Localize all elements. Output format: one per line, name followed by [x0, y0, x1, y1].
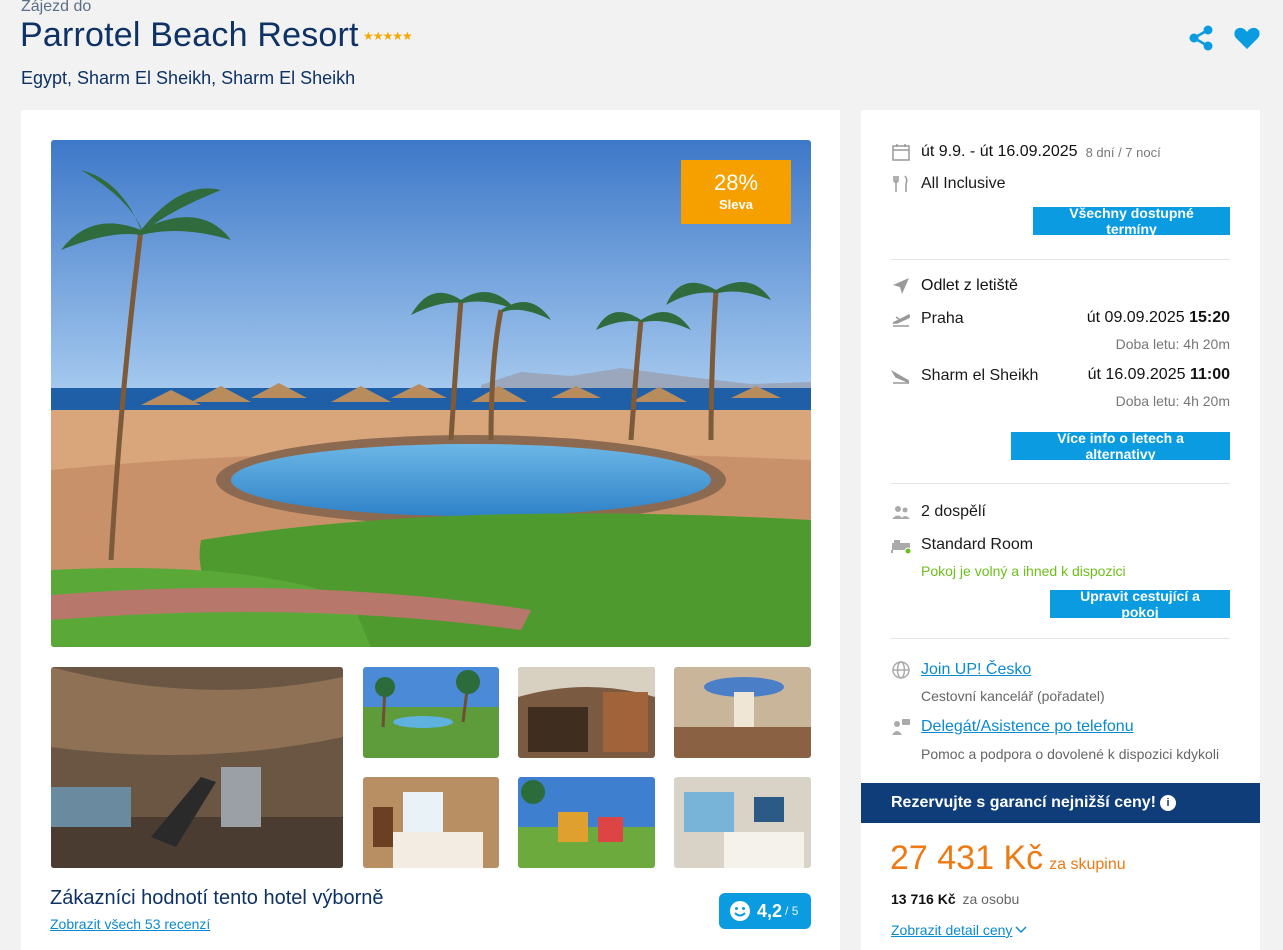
thumbnail-room[interactable]: [363, 777, 499, 868]
travellers-count: 2 dospělí: [921, 503, 986, 520]
thumbnail-sea-view-room[interactable]: [674, 777, 811, 868]
thumbnail-gym[interactable]: [51, 667, 343, 868]
thumbnail-garden-pool[interactable]: [363, 667, 499, 758]
globe-icon: [892, 661, 910, 679]
thumbnail-dining-hall[interactable]: [674, 667, 811, 758]
outbound-flight-time: Doba letu: 4h 20m: [1115, 336, 1230, 352]
inbound-city: Sharm el Sheikh: [921, 367, 1039, 384]
outbound-date: út 09.09.2025: [1086, 309, 1185, 326]
price-guarantee-banner: Rezervujte s garancí nejnižší ceny! i: [861, 783, 1260, 823]
favorite-heart-icon[interactable]: [1233, 24, 1261, 52]
dining-hall-photo: [674, 667, 811, 758]
room-availability: Pokoj je volný a ihned k dispozici: [921, 563, 1126, 579]
inbound-datetime: út 16.09.2025 11:00: [1088, 366, 1230, 384]
discount-label: Sleva: [719, 197, 753, 212]
price-detail-label: Zobrazit detail ceny: [891, 922, 1013, 938]
guarantee-text: Rezervujte s garancí nejnižší ceny!: [891, 794, 1156, 811]
hotel-location: Egypt, Sharm El Sheikh, Sharm El Sheikh: [21, 68, 356, 88]
thumbnail-restaurant[interactable]: [518, 667, 655, 758]
departure-heading: Odlet z letiště: [921, 277, 1018, 294]
total-price: 27 431 Kč za skupinu: [890, 839, 1126, 878]
inbound-flight-time: Doba letu: 4h 20m: [1115, 393, 1230, 409]
hero-image[interactable]: 28% Sleva: [51, 140, 811, 647]
inbound-time: 11:00: [1189, 366, 1230, 383]
info-icon[interactable]: i: [1160, 795, 1176, 811]
assistance-subtitle: Pomoc a podpora o dovolené k dispozici k…: [921, 746, 1220, 762]
outbound-city: Praha: [921, 310, 964, 327]
pre-title: Zájezd do: [21, 0, 92, 15]
all-reviews-link[interactable]: Zobrazit všech 53 recenzí: [50, 916, 210, 932]
agency-subtitle: Cestovní kancelář (pořadatel): [921, 688, 1105, 704]
garden-photo: [363, 667, 499, 758]
discount-percent: 28%: [713, 170, 759, 195]
rating-score: 4,2: [757, 900, 783, 921]
plane-takeoff-icon: [892, 313, 911, 327]
thumbnail-playground[interactable]: [518, 777, 655, 868]
outbound-datetime: út 09.09.2025 15:20: [1087, 309, 1230, 327]
smiley-icon: [730, 901, 750, 921]
agency-link[interactable]: Join UP! Česko: [921, 661, 1031, 679]
inbound-date: út 16.09.2025: [1087, 366, 1186, 383]
rating-max: / 5: [785, 904, 799, 918]
share-icon[interactable]: [1187, 24, 1215, 52]
calendar-icon: [892, 144, 910, 161]
room-photo: [363, 777, 499, 868]
support-agent-icon: [892, 719, 910, 735]
trip-duration: 8 dní / 7 nocí: [1085, 144, 1161, 160]
per-person-suffix: za osobu: [962, 891, 1020, 907]
outbound-time: 15:20: [1189, 309, 1230, 326]
gym-photo: [51, 667, 343, 868]
edit-travellers-button[interactable]: Upravit cestující a pokoj: [1050, 588, 1230, 620]
sea-view-room-photo: [674, 777, 811, 868]
rating-title: Zákazníci hodnotí tento hotel výborně: [50, 887, 384, 909]
board-type: All Inclusive: [921, 175, 1006, 192]
people-icon: [892, 506, 910, 519]
rating-score-badge[interactable]: 4,2 / 5: [719, 893, 811, 929]
per-person-amount: 13 716 Kč: [891, 891, 956, 907]
restaurant-photo: [518, 667, 655, 758]
bed-icon: [891, 540, 911, 555]
star-rating: ★★★★★: [363, 29, 413, 43]
chevron-down-icon: [1015, 926, 1027, 934]
total-price-amount: 27 431 Kč: [890, 839, 1044, 877]
all-dates-button[interactable]: Všechny dostupné termíny: [1033, 205, 1230, 237]
discount-badge: 28% Sleva: [681, 160, 791, 224]
assistance-link[interactable]: Delegát/Asistence po telefonu: [921, 718, 1134, 736]
playground-photo: [518, 777, 655, 868]
plane-landing-icon: [891, 369, 910, 384]
trip-dates: út 9.9. - út 16.09.2025: [921, 143, 1078, 160]
booking-card: út 9.9. - út 16.09.2025 8 dní / 7 nocí A…: [861, 110, 1260, 950]
cutlery-icon: [893, 175, 908, 192]
hotel-title: Parrotel Beach Resort: [20, 16, 359, 54]
flights-info-button[interactable]: Více info o letech a alternativy: [1011, 430, 1230, 462]
room-type: Standard Room: [921, 536, 1034, 553]
gallery-card: 28% Sleva Zákazníci hodnotí tento hotel …: [21, 110, 840, 950]
price-detail-link[interactable]: Zobrazit detail ceny: [891, 922, 1027, 938]
per-person-price: 13 716 Kč za osobu: [891, 891, 1019, 907]
total-price-suffix: za skupinu: [1049, 856, 1126, 873]
navigation-arrow-icon: [893, 278, 909, 294]
